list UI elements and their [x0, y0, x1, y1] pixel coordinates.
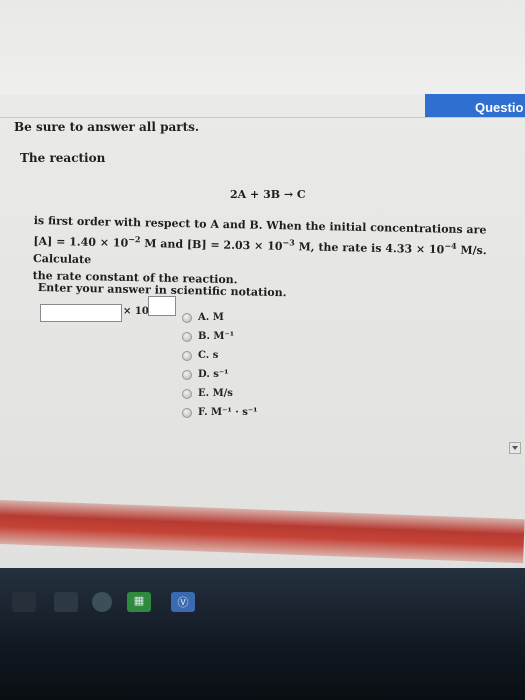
answer-coefficient-input[interactable] [40, 304, 122, 322]
reaction-lead: The reaction [20, 151, 106, 165]
page-top [0, 0, 525, 95]
option-label: D. s⁻¹ [198, 369, 229, 380]
window-icon[interactable] [12, 592, 36, 612]
reaction-equation: 2A + 3B → C [230, 188, 306, 201]
answer-exponent-input[interactable] [148, 296, 176, 316]
taskbar [0, 568, 525, 700]
radio-icon[interactable] [182, 389, 192, 399]
red-divider [0, 500, 525, 564]
radio-icon[interactable] [182, 332, 192, 342]
spreadsheet-icon[interactable]: ▦ [127, 592, 151, 612]
divider [0, 117, 525, 118]
times-ten-label: × 10 [123, 306, 149, 317]
screen: Questio Be sure to answer all parts. The… [0, 0, 525, 590]
radio-icon[interactable] [182, 351, 192, 361]
scroll-down-button[interactable] [509, 442, 521, 454]
app-icon[interactable] [54, 592, 78, 612]
skype-icon[interactable]: Ⓥ [171, 592, 195, 612]
question-tab[interactable]: Questio [425, 94, 525, 118]
skype-glyph: Ⓥ [177, 596, 189, 609]
option-label: F. M⁻¹ · s⁻¹ [198, 407, 258, 418]
option-label: E. M/s [198, 388, 233, 399]
option-label: C. s [198, 350, 219, 361]
radio-icon[interactable] [182, 370, 192, 380]
option-label: A. M [198, 312, 224, 323]
spreadsheet-glyph: ▦ [133, 594, 145, 607]
option-label: B. M⁻¹ [198, 331, 235, 342]
radio-icon[interactable] [182, 313, 192, 323]
browser-icon[interactable] [92, 592, 112, 612]
instruction-heading: Be sure to answer all parts. [14, 120, 200, 134]
radio-icon[interactable] [182, 408, 192, 418]
